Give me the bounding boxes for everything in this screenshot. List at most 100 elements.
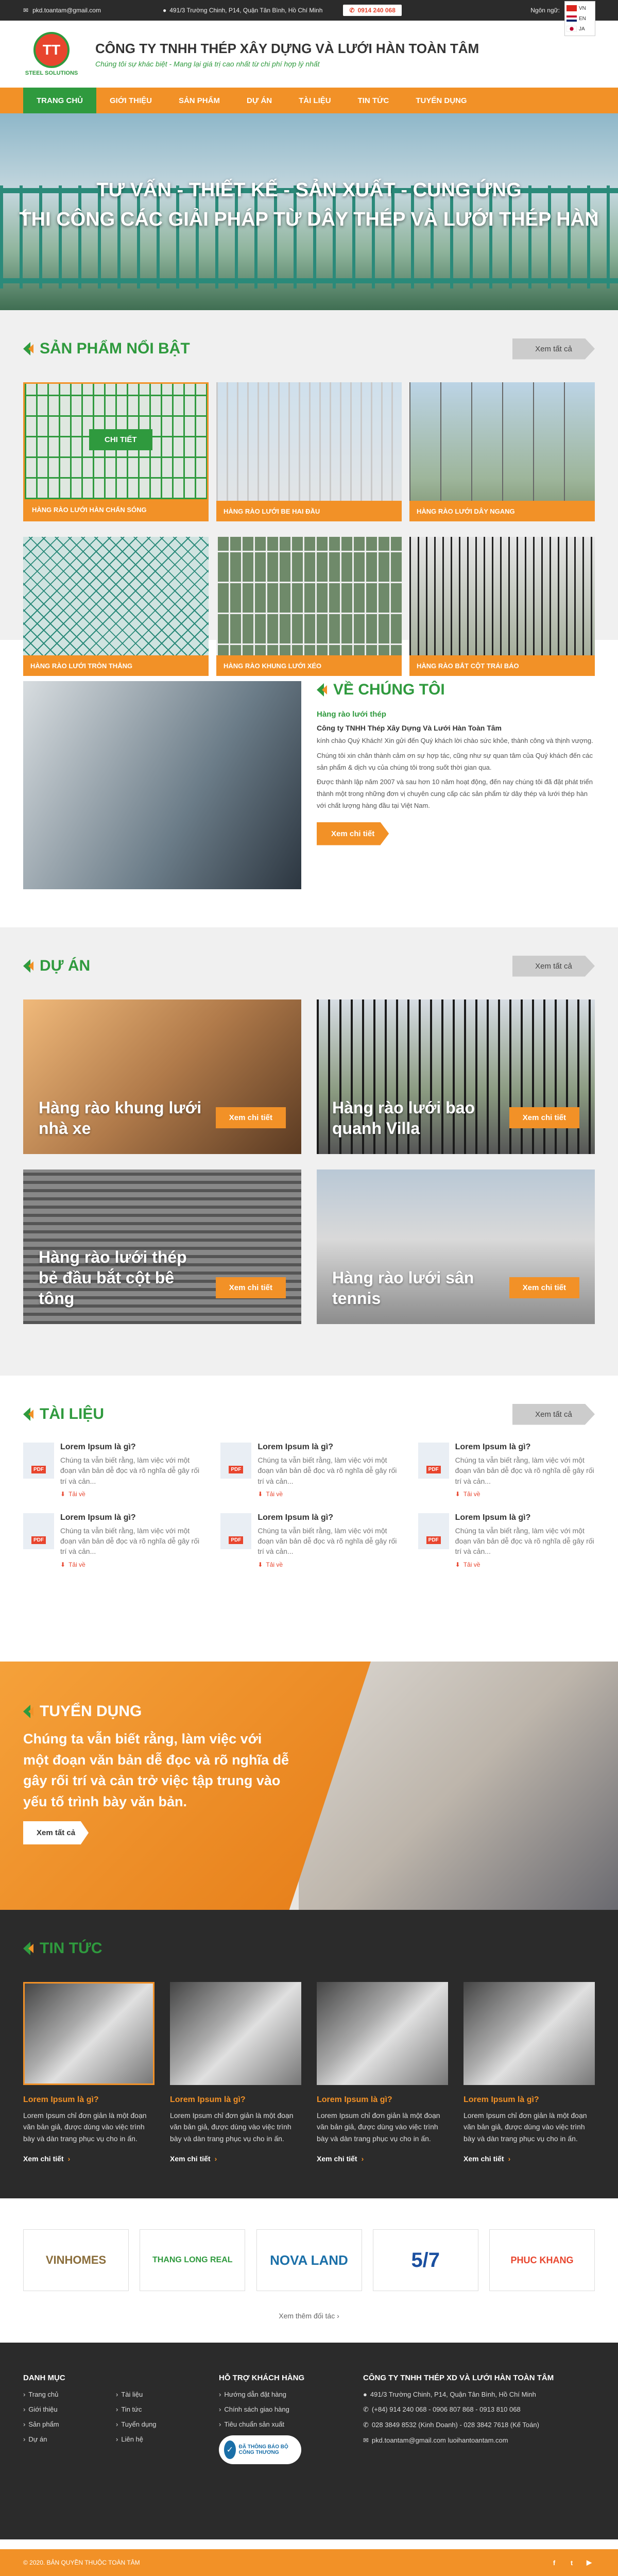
partner-logo-phuckhang[interactable]: PHUC KHANG	[489, 2229, 595, 2291]
slider-prev-icon[interactable]: ‹	[21, 201, 27, 224]
footer-link[interactable]: › Hướng dẫn đặt hàng	[219, 2391, 363, 2398]
nav-documents[interactable]: TÀI LIỆU	[285, 88, 345, 113]
nav-about[interactable]: GIỚI THIỆU	[96, 88, 165, 113]
hotline-badge[interactable]: ✆ 0914 240 068	[343, 5, 402, 16]
partner-logo-thanglong[interactable]: THANG LONG REAL	[140, 2229, 246, 2291]
ministry-badge[interactable]: ✓ ĐÃ THÔNG BÁO BỘ CÔNG THƯƠNG	[219, 2435, 301, 2464]
download-link[interactable]: ⬇ Tải về	[455, 1561, 595, 1568]
lang-ja[interactable]: JA	[566, 24, 593, 34]
document-desc: Chúng ta vẫn biết rằng, làm việc với một…	[60, 1456, 200, 1485]
nav-careers[interactable]: TUYỂN DỤNG	[402, 88, 480, 113]
download-link[interactable]: ⬇ Tải về	[60, 1561, 200, 1568]
download-icon: ⬇	[258, 1490, 263, 1498]
document-title[interactable]: Lorem Ipsum là gì?	[258, 1443, 397, 1452]
download-link[interactable]: ⬇ Tải về	[455, 1490, 595, 1498]
view-all-button[interactable]: Xem tất cả	[512, 1403, 595, 1425]
product-card[interactable]: HÀNG RÀO LƯỚI DÂY NGANG	[409, 382, 595, 521]
language-dropdown[interactable]: VN EN JA	[564, 1, 595, 36]
download-link[interactable]: ⬇ Tải về	[60, 1490, 200, 1498]
document-item[interactable]: PDF Lorem Ipsum là gì? Chúng ta vẫn biết r…	[220, 1513, 397, 1568]
view-all-button[interactable]: Xem tất cả	[512, 955, 595, 977]
news-title[interactable]: Lorem Ipsum là gì?	[464, 2095, 595, 2105]
footer-email[interactable]: ✉ pkd.toantam@gmail.com luoihantoantam.co…	[363, 2436, 595, 2445]
document-title[interactable]: Lorem Ipsum là gì?	[60, 1443, 200, 1452]
site-logo[interactable]: TT STEEL SOLUTIONS	[23, 32, 80, 76]
view-all-button[interactable]: Xem tất cả	[512, 338, 595, 360]
nav-home[interactable]: TRANG CHỦ	[23, 88, 96, 113]
project-detail-button[interactable]: Xem chi tiết	[509, 1107, 579, 1128]
news-image	[464, 1982, 595, 2085]
project-detail-button[interactable]: Xem chi tiết	[215, 1277, 286, 1298]
footer-link[interactable]: › Tiêu chuẩn sản xuất	[219, 2420, 363, 2428]
project-detail-button[interactable]: Xem chi tiết	[509, 1277, 579, 1298]
nav-news[interactable]: TIN TỨC	[345, 88, 403, 113]
news-title[interactable]: Lorem Ipsum là gì?	[23, 2095, 154, 2105]
footer-phone[interactable]: ✆ (+84) 914 240 068 - 0906 807 868 - 0913…	[363, 2405, 595, 2414]
news-desc: Lorem Ipsum chỉ đơn giản là một đoạn văn…	[464, 2111, 587, 2143]
project-card[interactable]: Hàng rào lưới bao quanh Villa Xem chi ti…	[317, 999, 595, 1154]
phone-icon: ✆	[363, 2405, 369, 2413]
footer-link[interactable]: › Tuyển dụng	[116, 2420, 209, 2428]
document-item[interactable]: PDF Lorem Ipsum là gì? Chúng ta vẫn biết r…	[23, 1513, 200, 1568]
nav-products[interactable]: SẢN PHẨM	[165, 88, 233, 113]
partner-logo-vinhomes[interactable]: VINHOMES	[23, 2229, 129, 2291]
lang-en[interactable]: EN	[566, 13, 593, 24]
project-detail-button[interactable]: Xem chi tiết	[215, 1107, 286, 1128]
news-card[interactable]: Lorem Ipsum là gì? Lorem Ipsum chỉ đơn gi…	[170, 1982, 301, 2163]
news-more-link[interactable]: Xem chi tiết ›	[317, 2155, 448, 2163]
partner-logo-57[interactable]: 5/7	[372, 2229, 478, 2291]
partners-more-link[interactable]: Xem thêm đối tác ›	[23, 2312, 595, 2320]
nav-projects[interactable]: DỰ ÁN	[233, 88, 285, 113]
download-link[interactable]: ⬇ Tải về	[258, 1490, 397, 1498]
footer-link[interactable]: › Tài liệu	[116, 2391, 209, 2398]
section-title: SẢN PHẨM NỔI BẬT	[23, 340, 190, 358]
project-card[interactable]: Hàng rào lưới sân tennis Xem chi tiết	[317, 1170, 595, 1324]
news-image	[170, 1982, 301, 2085]
youtube-icon[interactable]: ▶	[583, 2557, 595, 2568]
document-title[interactable]: Lorem Ipsum là gì?	[455, 1443, 595, 1452]
footer-link[interactable]: › Trang chủ	[23, 2391, 116, 2398]
footer-link[interactable]: › Dự án	[23, 2435, 116, 2443]
footer-link[interactable]: › Liên hệ	[116, 2435, 209, 2443]
product-detail-button[interactable]: CHI TIẾT	[89, 429, 152, 450]
footer-link[interactable]: › Giới thiệu	[23, 2405, 116, 2413]
news-card[interactable]: Lorem Ipsum là gì? Lorem Ipsum chỉ đơn gi…	[23, 1982, 154, 2163]
footer-landline[interactable]: ✆ 028 3849 8532 (Kinh Doanh) - 028 3842 7…	[363, 2421, 595, 2429]
news-more-link[interactable]: Xem chi tiết ›	[464, 2155, 595, 2163]
product-card[interactable]: HÀNG RÀO LƯỚI BE HAI ĐẦU	[216, 382, 402, 521]
footer-link[interactable]: › Chính sách giao hàng	[219, 2405, 363, 2413]
partner-logo-novaland[interactable]: NOVA LAND	[256, 2229, 362, 2291]
news-more-link[interactable]: Xem chi tiết ›	[170, 2155, 301, 2163]
lang-vn[interactable]: VN	[566, 3, 593, 13]
about-kicker: Hàng rào lưới thép	[317, 710, 386, 719]
email-contact[interactable]: ✉ pkd.toantam@gmail.com	[23, 7, 101, 14]
news-card[interactable]: Lorem Ipsum là gì? Lorem Ipsum chỉ đơn gi…	[464, 1982, 595, 2163]
careers-desc: Chúng ta vẫn biết rằng, làm việc với một…	[23, 1731, 289, 1809]
footer-link[interactable]: › Tin tức	[116, 2405, 209, 2413]
news-card[interactable]: Lorem Ipsum là gì? Lorem Ipsum chỉ đơn gi…	[317, 1982, 448, 2163]
project-card[interactable]: Hàng rào khung lưới nhà xe Xem chi tiết	[23, 999, 301, 1154]
about-detail-button[interactable]: Xem chi tiết	[317, 822, 389, 845]
document-item[interactable]: PDF Lorem Ipsum là gì? Chúng ta vẫn biết r…	[418, 1513, 595, 1568]
news-title[interactable]: Lorem Ipsum là gì?	[170, 2095, 301, 2105]
news-title[interactable]: Lorem Ipsum là gì?	[317, 2095, 448, 2105]
footer-link[interactable]: › Sản phẩm	[23, 2420, 116, 2428]
twitter-icon[interactable]: t	[566, 2557, 577, 2568]
download-link[interactable]: ⬇ Tải về	[258, 1561, 397, 1568]
logo-mark: TT	[33, 32, 70, 68]
document-title[interactable]: Lorem Ipsum là gì?	[258, 1513, 397, 1522]
facebook-icon[interactable]: f	[548, 2557, 560, 2568]
featured-products: SẢN PHẨM NỔI BẬT Xem tất cả CHI TIẾT HÀN…	[0, 310, 618, 676]
document-item[interactable]: PDF Lorem Ipsum là gì? Chúng ta vẫn biết r…	[418, 1443, 595, 1498]
slider-next-icon[interactable]: ›	[591, 201, 597, 224]
document-item[interactable]: PDF Lorem Ipsum là gì? Chúng ta vẫn biết r…	[220, 1443, 397, 1498]
document-item[interactable]: PDF Lorem Ipsum là gì? Chúng ta vẫn biết r…	[23, 1443, 200, 1498]
product-card[interactable]: CHI TIẾT HÀNG RÀO LƯỚI HÀN CHẤN SÓNG	[23, 382, 209, 521]
document-title[interactable]: Lorem Ipsum là gì?	[455, 1513, 595, 1522]
about-paragraph: Chúng tôi xin chân thành cảm ơn sự hợp t…	[317, 751, 593, 771]
hero-text: TƯ VẤN - THIẾT KẾ - SẢN XUẤT - CUNG ỨNG …	[19, 179, 599, 230]
news-more-link[interactable]: Xem chi tiết ›	[23, 2155, 154, 2163]
careers-view-all-button[interactable]: Xem tất cả	[23, 1821, 89, 1844]
project-card[interactable]: Hàng rào lưới thép bẻ đầu bắt cột bê tôn…	[23, 1170, 301, 1324]
document-title[interactable]: Lorem Ipsum là gì?	[60, 1513, 200, 1522]
